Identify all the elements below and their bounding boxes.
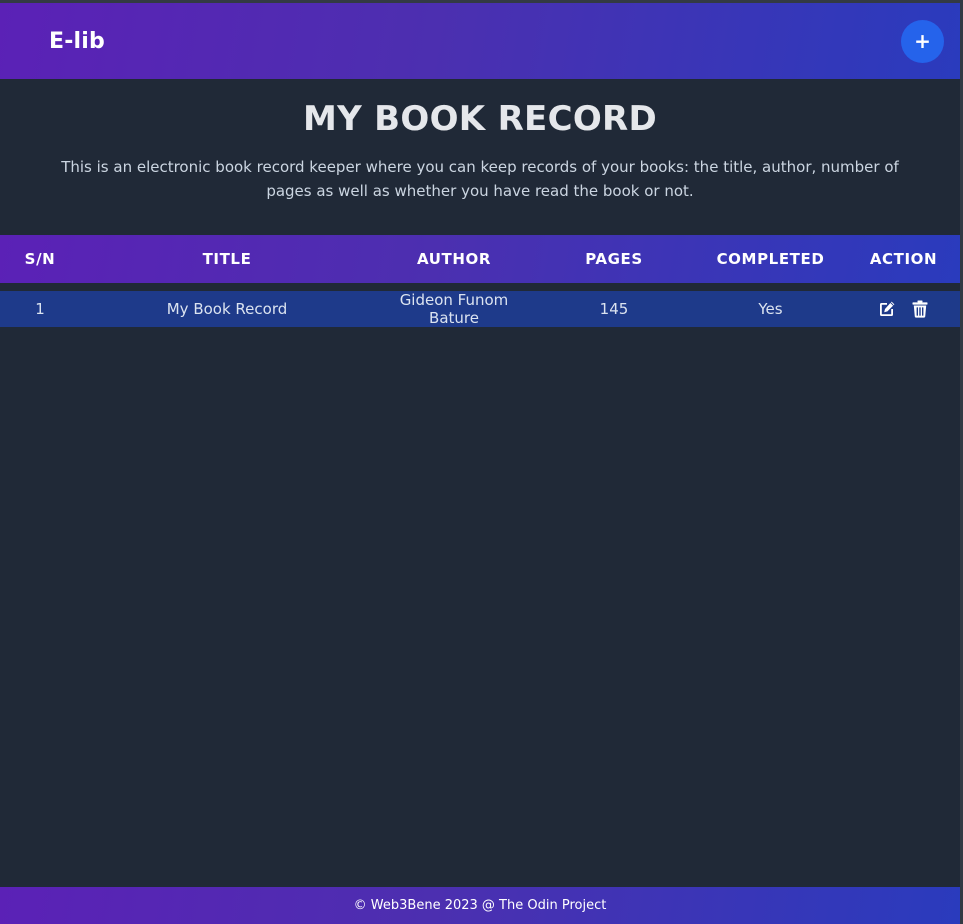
table-body: 1 My Book Record Gideon Funom Bature 145… [0, 291, 960, 327]
book-table: S/N TITLE AUTHOR PAGES COMPLETED ACTION … [0, 227, 960, 335]
cell-sn: 1 [35, 300, 45, 318]
cell-completed: Yes [758, 300, 783, 318]
page-description: This is an electronic book record keeper… [61, 158, 899, 200]
table-header: S/N TITLE AUTHOR PAGES COMPLETED ACTION [0, 235, 960, 283]
footer-text: © Web3Bene 2023 @ The Odin Project [353, 898, 607, 913]
header-action: ACTION [869, 250, 938, 268]
brand-logo[interactable]: E-lib [49, 29, 105, 54]
table-row: 1 My Book Record Gideon Funom Bature 145… [0, 291, 960, 327]
book-table-wrapper: S/N TITLE AUTHOR PAGES COMPLETED ACTION … [0, 235, 960, 335]
cell-action [847, 291, 960, 327]
header-pages: PAGES [585, 250, 643, 268]
trash-icon-svg [912, 300, 928, 318]
app-root: E-lib + MY BOOK RECORD This is an electr… [0, 3, 960, 924]
header-sn: S/N [24, 250, 56, 268]
navbar: E-lib + [0, 3, 960, 79]
header-title: TITLE [202, 250, 252, 268]
edit-icon[interactable] [878, 300, 896, 318]
edit-icon-svg [880, 301, 895, 316]
row-actions [847, 291, 960, 327]
hero-section: MY BOOK RECORD This is an electronic boo… [0, 79, 960, 203]
header-author: AUTHOR [416, 250, 491, 268]
header-completed: COMPLETED [716, 250, 825, 268]
table-header-row: S/N TITLE AUTHOR PAGES COMPLETED ACTION [0, 235, 960, 283]
cell-title: My Book Record [166, 300, 288, 318]
cell-pages: 145 [599, 300, 629, 318]
add-book-button[interactable]: + [901, 19, 944, 63]
trash-icon[interactable] [911, 300, 929, 318]
cell-author: Gideon Funom Bature [399, 291, 509, 327]
footer: © Web3Bene 2023 @ The Odin Project [0, 887, 960, 924]
page-title: MY BOOK RECORD [302, 99, 658, 139]
